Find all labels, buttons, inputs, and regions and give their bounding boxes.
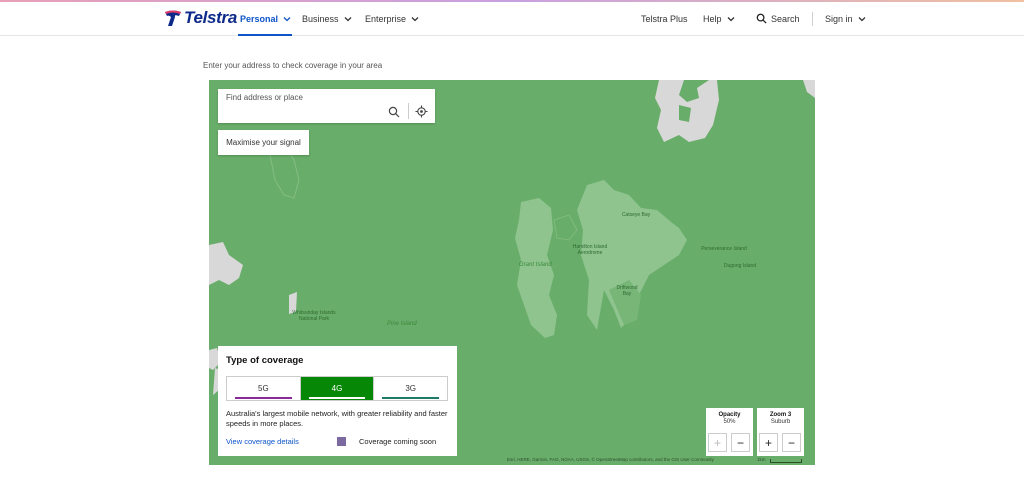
- map-scale-bar: [770, 459, 802, 463]
- nav-personal[interactable]: Personal: [240, 2, 292, 35]
- zoom-label: Zoom 3: [769, 412, 792, 418]
- search-icon[interactable]: [388, 106, 400, 118]
- nav-business[interactable]: Business: [302, 2, 353, 35]
- tab-5g[interactable]: 5G: [227, 377, 300, 400]
- zoom-in-button[interactable]: +: [759, 433, 778, 452]
- chevron-down-icon: [411, 16, 419, 21]
- coverage-coming-soon-label: Coverage coming soon: [359, 437, 437, 446]
- search-separator: [408, 103, 409, 119]
- map-label-aerodrome: Hamilton Island Aerodrome: [572, 244, 608, 256]
- tab-4g[interactable]: 4G: [299, 377, 374, 400]
- tab-5g-indicator: [235, 397, 292, 399]
- tab-3g[interactable]: 3G: [373, 377, 448, 400]
- opacity-control: Opacity 50% + −: [706, 408, 753, 456]
- map-scale-label: 1km: [757, 457, 766, 462]
- nav-search[interactable]: Search: [756, 2, 800, 35]
- coverage-title: Type of coverage: [226, 355, 304, 366]
- nav-business-label: Business: [302, 13, 339, 24]
- active-nav-indicator: [238, 34, 292, 36]
- opacity-increase-button[interactable]: +: [708, 433, 727, 452]
- nav-enterprise-label: Enterprise: [365, 13, 407, 24]
- nav-help[interactable]: Help: [703, 2, 736, 35]
- map-label-dugong-island: Dugong Island: [723, 263, 757, 269]
- search-placeholder[interactable]: Find address or place: [226, 93, 303, 102]
- tab-4g-indicator: [308, 397, 366, 399]
- zoom-out-button[interactable]: −: [782, 433, 801, 452]
- telstra-logo[interactable]: Telstra: [163, 7, 237, 29]
- nav-personal-label: Personal: [240, 13, 279, 24]
- map-label-national-park: Whitsunday Islands National Park: [292, 310, 336, 322]
- telstra-t-icon: [163, 8, 183, 28]
- sign-in-label: Sign in: [825, 13, 853, 24]
- map-label-pine-island: Pine Island: [387, 321, 417, 327]
- zoom-value: Suburb: [770, 419, 791, 425]
- opacity-decrease-button[interactable]: −: [731, 433, 750, 452]
- coverage-description: Australia's largest mobile network, with…: [226, 409, 448, 428]
- tab-4g-label: 4G: [331, 384, 343, 393]
- nav-sign-in[interactable]: Sign in: [825, 2, 867, 35]
- chevron-down-icon: [344, 16, 351, 21]
- nav-telstra-plus[interactable]: Telstra Plus: [641, 2, 688, 35]
- locate-me-icon[interactable]: [415, 105, 428, 118]
- chevron-down-icon: [283, 16, 291, 21]
- logo-text: Telstra: [184, 8, 238, 27]
- opacity-label: Opacity: [718, 412, 741, 418]
- nav-enterprise[interactable]: Enterprise: [365, 2, 420, 35]
- chevron-down-icon: [858, 16, 865, 21]
- search-label: Search: [771, 13, 800, 24]
- tab-5g-label: 5G: [258, 384, 269, 393]
- map-attribution[interactable]: Esri, HERE, Garmin, FAO, NOAA, USGS, © O…: [507, 457, 714, 462]
- map-label-driftwood-bay: Driftwood Bay: [616, 285, 638, 297]
- chevron-down-icon: [727, 16, 734, 21]
- header-divider: [812, 12, 813, 26]
- coverage-coming-soon-swatch: [337, 437, 346, 446]
- maximise-signal-button[interactable]: Maximise your signal: [218, 130, 309, 155]
- intro-text: Enter your address to check coverage in …: [203, 61, 383, 70]
- zoom-control: Zoom 3 Suburb + −: [757, 408, 804, 456]
- tab-3g-indicator: [382, 397, 440, 399]
- map-label-perseverance-island: Perseverance Island: [701, 246, 747, 252]
- help-label: Help: [703, 13, 722, 24]
- search-icon: [756, 13, 767, 24]
- view-coverage-details-link[interactable]: View coverage details: [226, 437, 299, 446]
- map-label-catseye-bay: Catseye Bay: [621, 212, 651, 218]
- telstra-plus-label: Telstra Plus: [641, 13, 688, 24]
- opacity-value: 50%: [723, 419, 736, 425]
- coverage-tabs: 5G 4G 3G: [226, 376, 448, 401]
- site-header: Telstra Personal Business Enterprise Tel…: [0, 2, 1024, 36]
- tab-3g-label: 3G: [405, 384, 417, 393]
- map-label-grant-island: Grant Island: [519, 262, 552, 268]
- address-search-box[interactable]: Find address or place: [218, 89, 435, 123]
- coverage-type-panel: Type of coverage 5G 4G 3G Australia's la…: [218, 346, 457, 456]
